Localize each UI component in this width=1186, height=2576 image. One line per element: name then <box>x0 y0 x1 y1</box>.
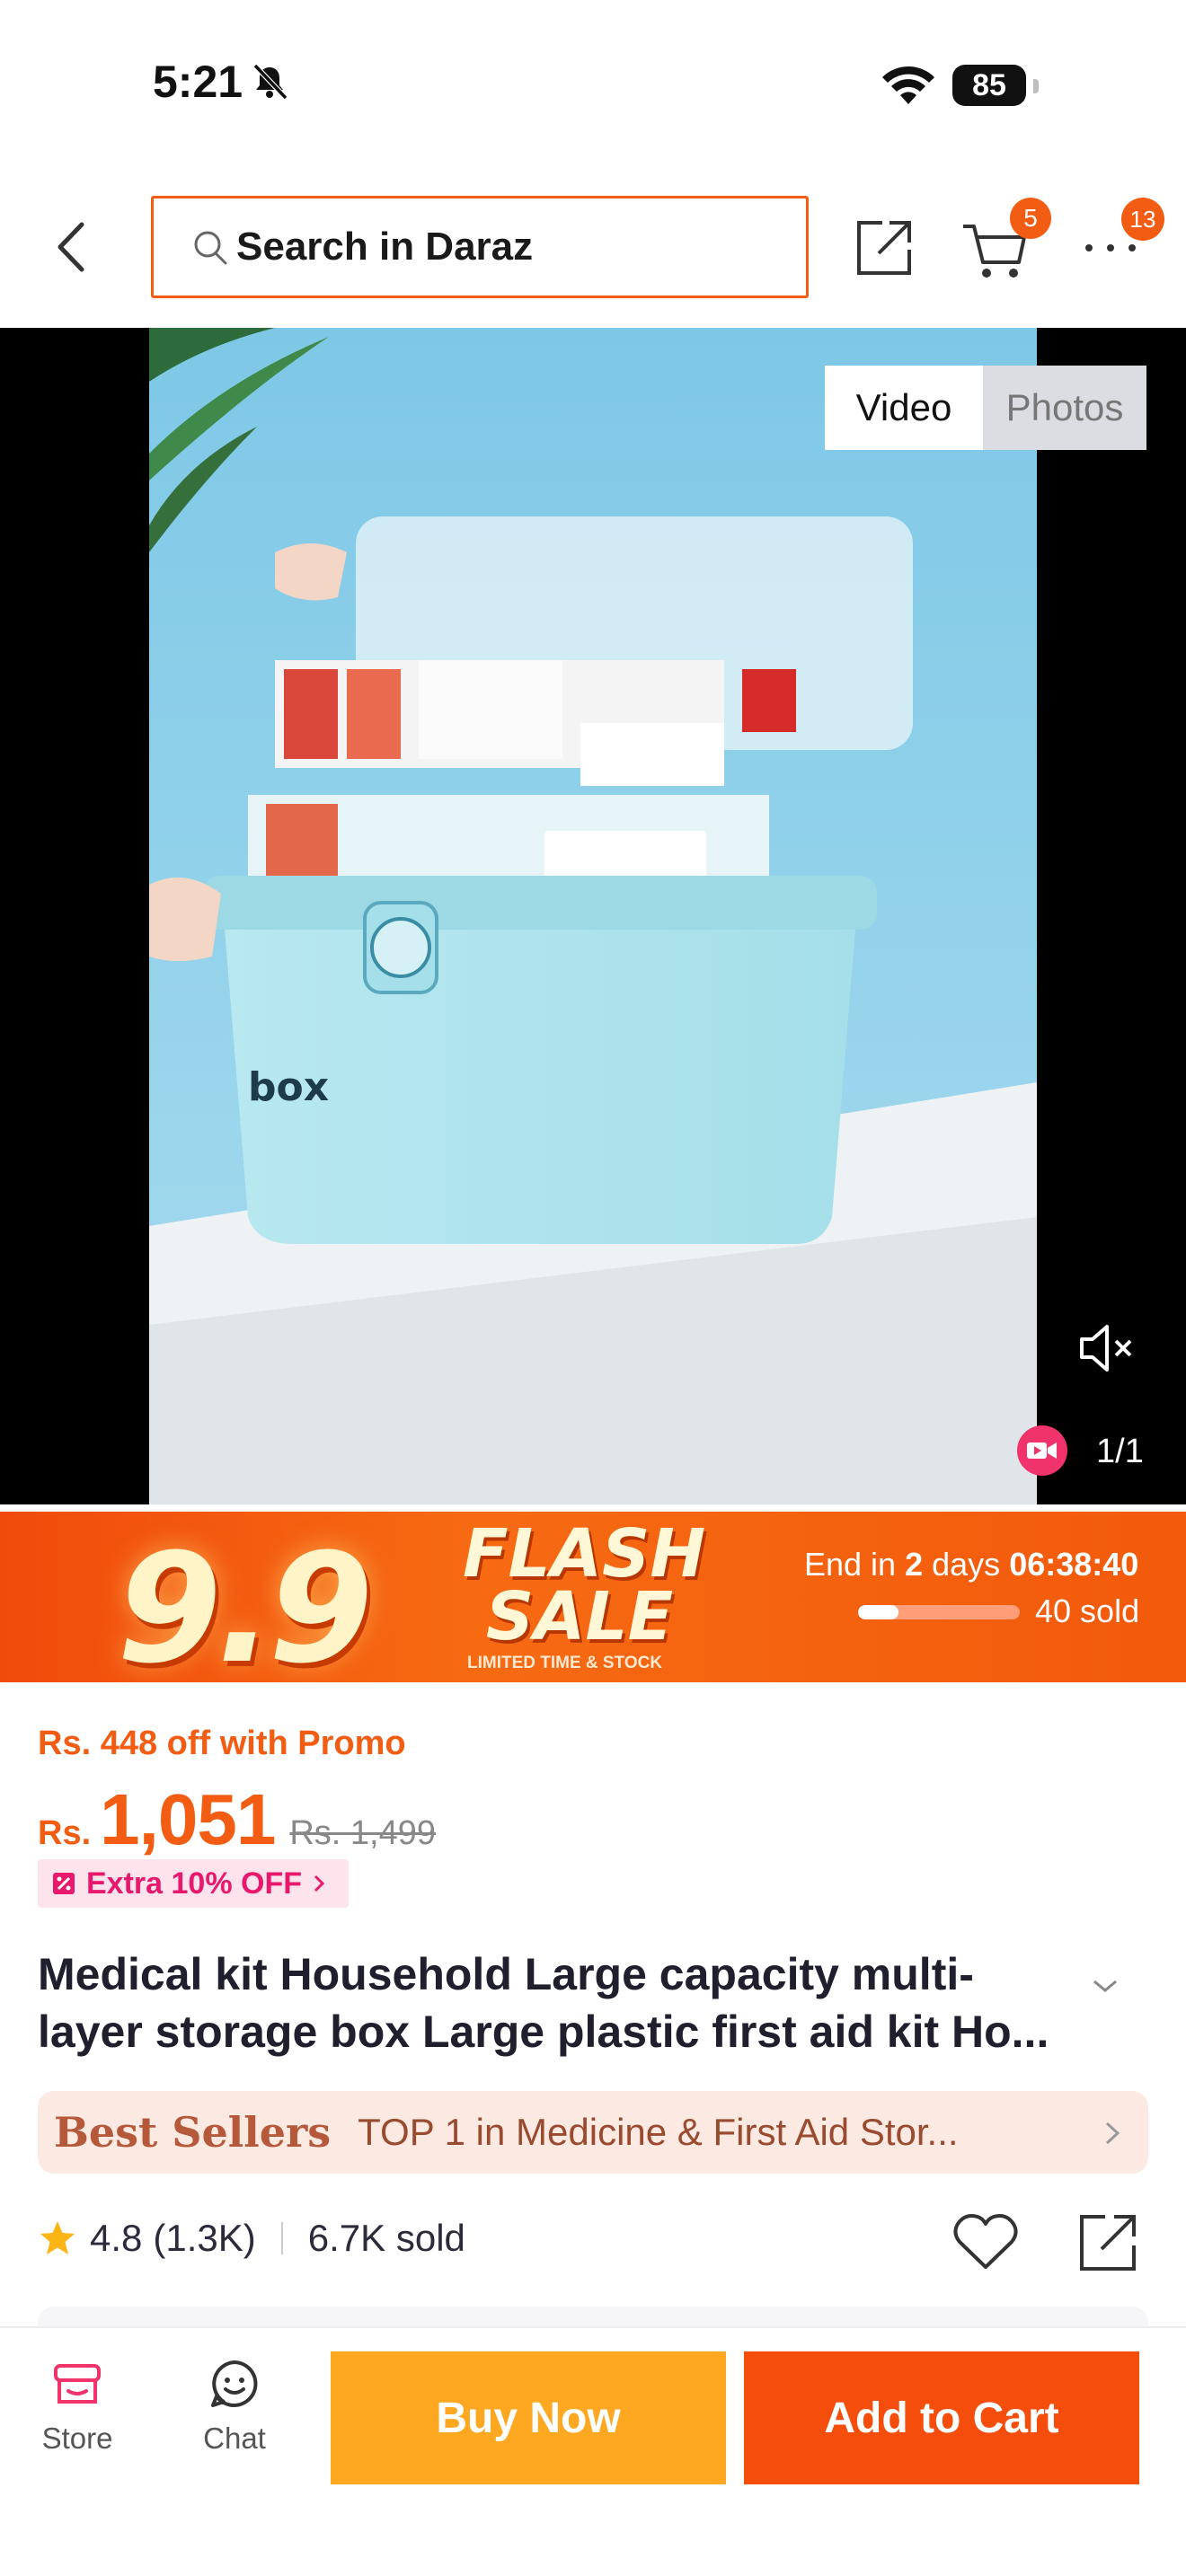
add-to-cart-button[interactable]: Add to Cart <box>744 2351 1139 2484</box>
rating-row[interactable]: 4.8 (1.3K) 6.7K sold <box>38 2217 465 2260</box>
battery-indicator: 85 <box>952 65 1039 106</box>
video-camera-icon <box>1017 1425 1067 1476</box>
top-header: Search in Daraz 5 13 <box>0 180 1186 328</box>
product-image: box <box>149 328 1037 1504</box>
bottom-action-bar: Store Chat Buy Now Add to Cart <box>0 2328 1186 2576</box>
star-icon <box>40 2221 75 2254</box>
rating-divider <box>280 2222 283 2254</box>
best-sellers-text: TOP 1 in Medicine & First Aid Stor... <box>358 2111 959 2153</box>
buy-now-button[interactable]: Buy Now <box>331 2351 726 2484</box>
cart-count-badge: 5 <box>1010 198 1051 239</box>
tab-photos[interactable]: Photos <box>983 366 1146 450</box>
share-icon[interactable] <box>1075 2210 1141 2276</box>
status-bar: 5:21 85 <box>0 0 1186 171</box>
extra-discount-badge[interactable]: Extra 10% OFF <box>38 1859 349 1908</box>
store-button[interactable]: Store <box>27 2355 128 2456</box>
flash-sale-banner[interactable]: 9.9 FLASH SALE LIMITED TIME & STOCK End … <box>0 1512 1186 1682</box>
best-sellers-label: Best Sellers <box>54 2108 332 2157</box>
tab-video[interactable]: Video <box>825 366 983 450</box>
product-video-frame[interactable]: box <box>149 328 1037 1504</box>
promo-discount-text: Rs. 448 off with Promo <box>38 1725 406 1762</box>
media-counter: 1/1 <box>1096 1433 1144 1470</box>
bell-muted-icon <box>252 63 288 101</box>
countdown-days-label: days <box>932 1546 1001 1583</box>
countdown-prefix: End in <box>804 1546 897 1583</box>
current-price: 1,051 <box>100 1779 276 1859</box>
search-input[interactable]: Search in Daraz <box>151 196 809 298</box>
original-price: Rs. 1,499 <box>289 1814 436 1852</box>
flash-countdown: End in 2 days 06:38:40 <box>804 1546 1138 1584</box>
product-media-viewer[interactable]: box Video Photos 1/1 <box>0 328 1186 1504</box>
coupon-icon <box>53 1873 75 1894</box>
extra-discount-text: Extra 10% OFF <box>86 1866 302 1901</box>
time-text: 5:21 <box>153 57 243 107</box>
chat-button[interactable]: Chat <box>184 2355 285 2456</box>
flash-sold-progress <box>858 1605 1020 1619</box>
flash-sale-subtitle: LIMITED TIME & STOCK <box>467 1654 663 1672</box>
search-icon <box>194 231 227 265</box>
flash-sale-title: FLASH SALE <box>463 1515 706 1655</box>
store-label: Store <box>41 2422 113 2455</box>
battery-level: 85 <box>952 65 1026 106</box>
mute-icon[interactable] <box>1076 1321 1136 1375</box>
chat-icon <box>211 2360 258 2407</box>
share-icon[interactable] <box>852 216 916 280</box>
chat-label: Chat <box>203 2422 266 2455</box>
chevron-down-icon[interactable] <box>1087 1972 1123 1999</box>
search-placeholder: Search in Daraz <box>236 225 534 269</box>
more-options-icon[interactable] <box>1078 239 1143 257</box>
flash-sold-progress-fill <box>858 1605 898 1619</box>
next-section-peek <box>38 2307 1148 2326</box>
chevron-right-icon <box>1105 2122 1120 2145</box>
flash-sold-count: 40 sold <box>1035 1592 1140 1629</box>
price-currency: Rs. <box>38 1814 92 1852</box>
back-arrow-icon[interactable] <box>49 216 94 278</box>
notification-count-badge: 13 <box>1121 198 1164 241</box>
status-time: 5:21 <box>153 56 291 108</box>
countdown-time: 06:38:40 <box>1009 1546 1139 1583</box>
battery-tip <box>1033 79 1039 93</box>
flash-event-number: 9.9 <box>117 1521 374 1682</box>
countdown-days: 2 <box>905 1546 924 1583</box>
best-sellers-banner[interactable]: Best Sellers TOP 1 in Medicine & First A… <box>38 2091 1148 2174</box>
price-row: Rs. 1,051 Rs. 1,499 <box>38 1778 436 1861</box>
store-icon <box>54 2364 101 2404</box>
sold-count: 6.7K sold <box>307 2217 465 2259</box>
product-title: Medical kit Household Large capacity mul… <box>38 1949 1049 2057</box>
box-brand-text: box <box>248 1064 329 1110</box>
wifi-icon <box>882 66 934 104</box>
rating-count: (1.3K) <box>153 2217 256 2259</box>
wishlist-heart-icon[interactable] <box>951 2210 1021 2274</box>
rating-score: 4.8 <box>90 2217 143 2259</box>
chevron-right-icon <box>314 1875 325 1892</box>
media-type-toggle: Video Photos <box>825 366 1146 450</box>
